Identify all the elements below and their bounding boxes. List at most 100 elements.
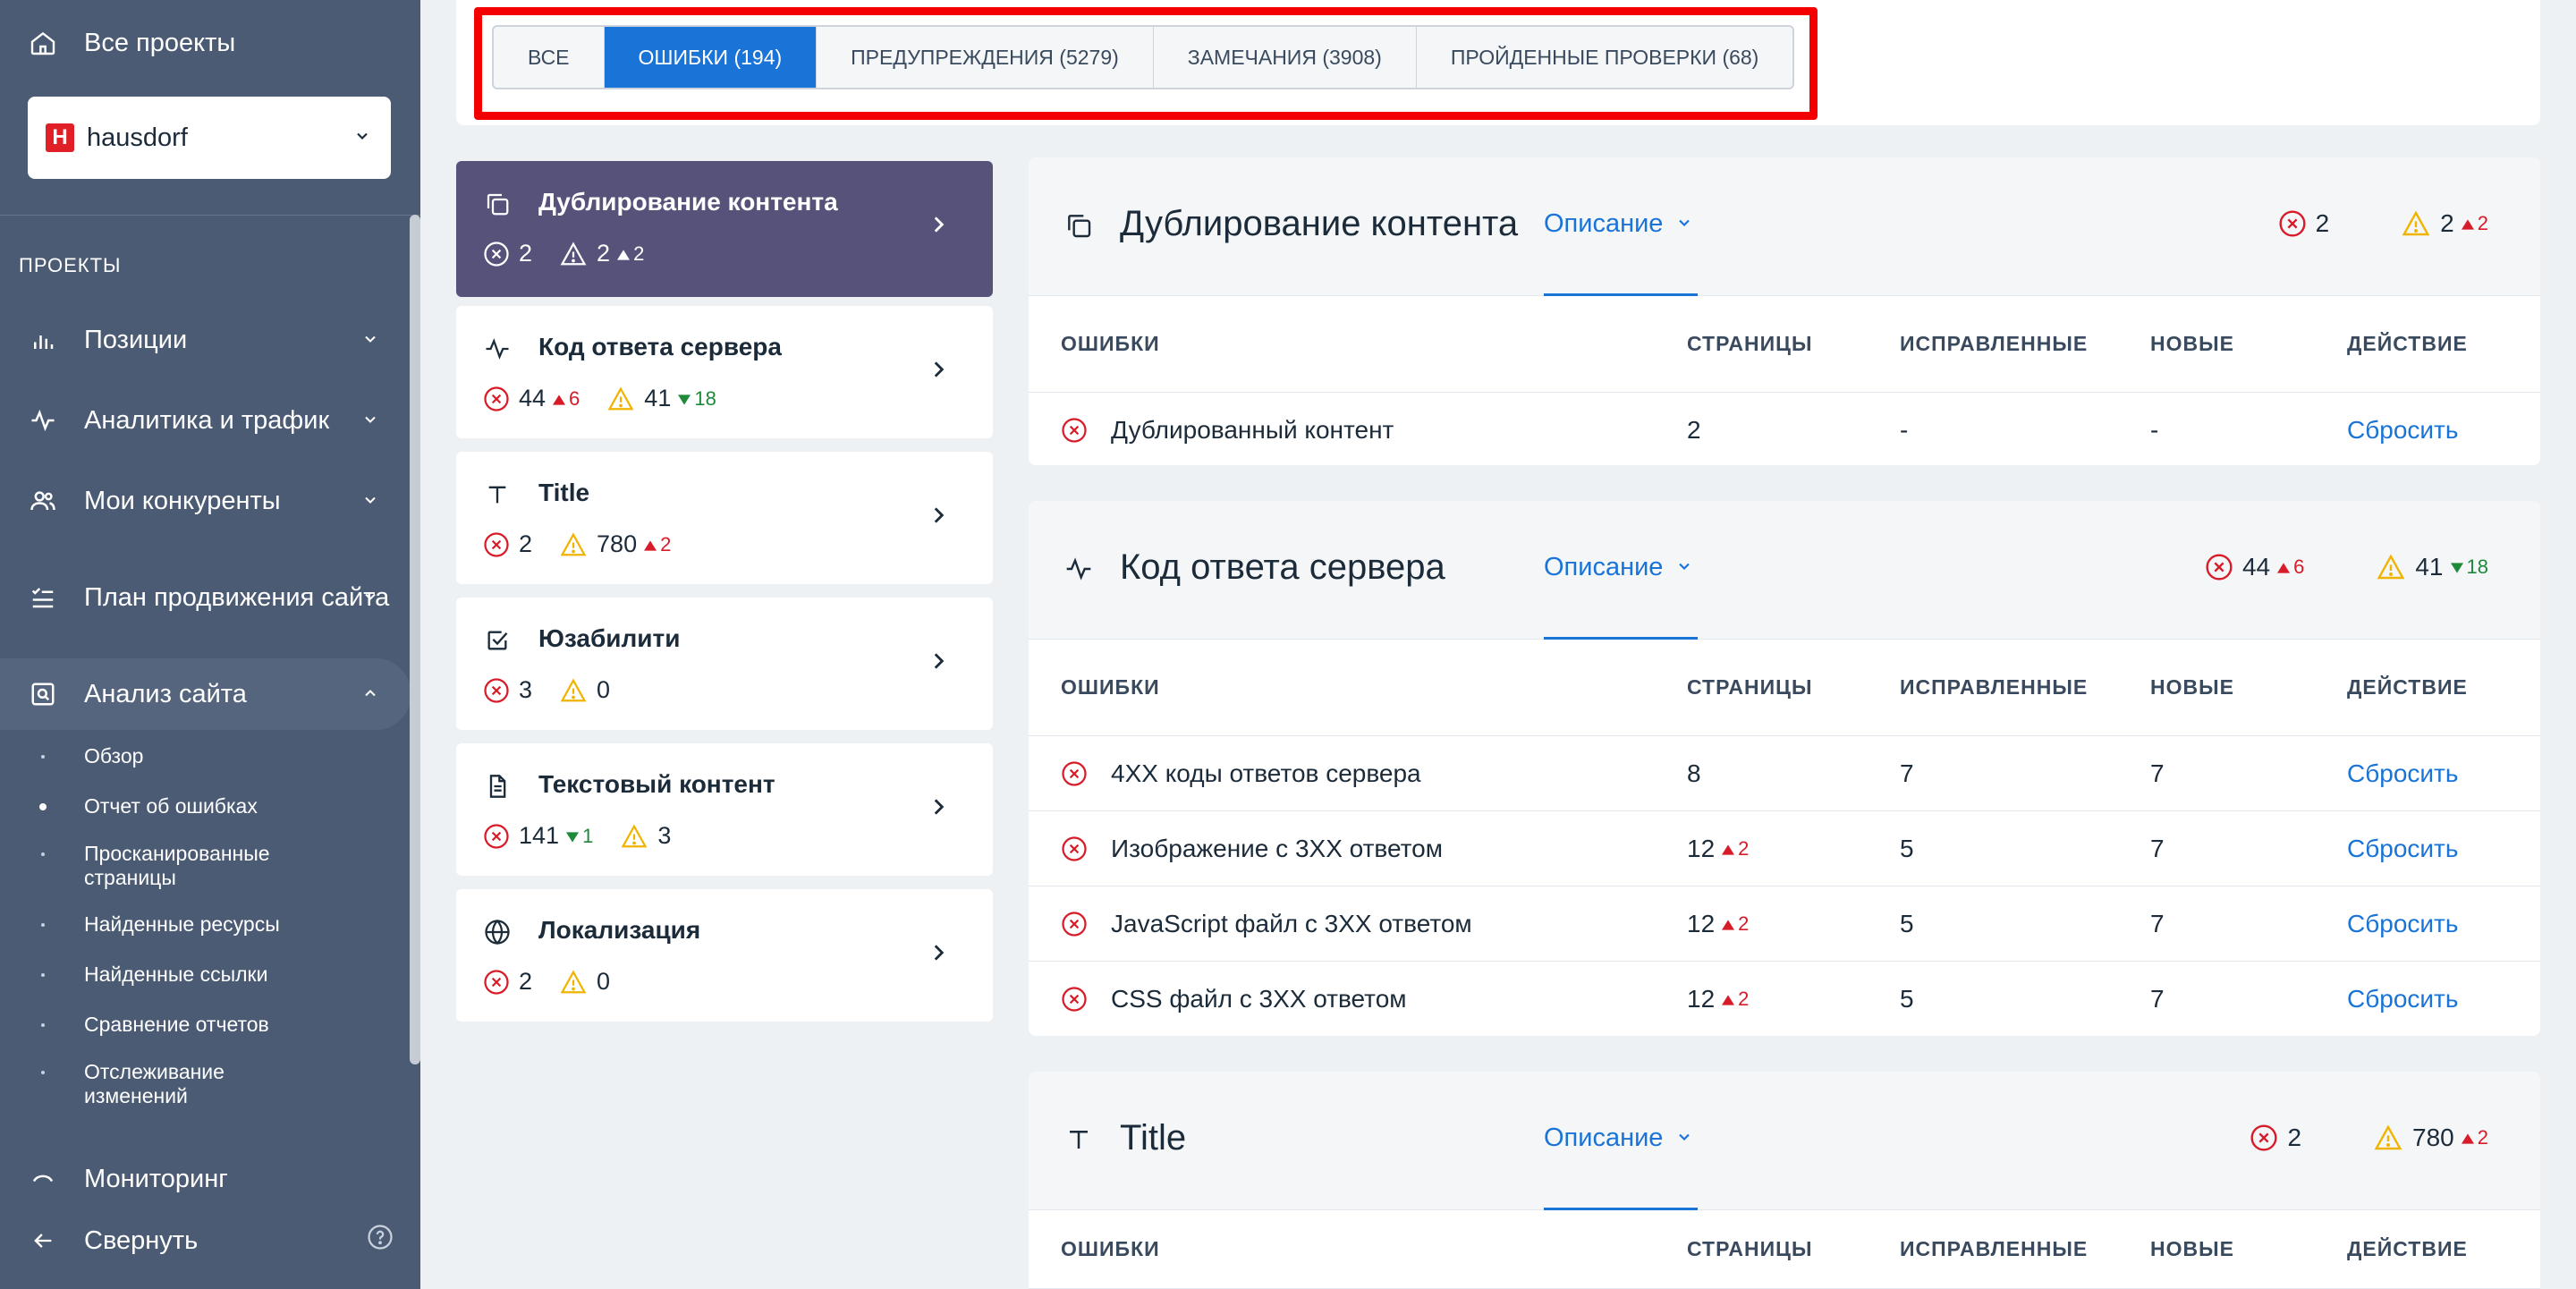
document-icon [483, 772, 512, 801]
reset-link[interactable]: Сбросить [2347, 759, 2458, 788]
col-new[interactable]: НОВЫЕ [2150, 1237, 2234, 1261]
warning-count-value: 0 [597, 676, 611, 703]
table-row[interactable]: CSS файл с 3XX ответом 12 2 5 7 Сбросить [1029, 962, 2540, 1036]
warning-count: 780 2 [559, 530, 671, 558]
col-pages[interactable]: СТРАНИЦЫ [1687, 1237, 1812, 1261]
delta-value: 2 [1738, 988, 1750, 1010]
subnav-error-report[interactable]: Отчет об ошибках [39, 794, 317, 818]
subnav-label: Отслеживание изменений [84, 1060, 225, 1107]
warning-count-value: 41 [644, 385, 672, 411]
delta-value: 2 [633, 242, 645, 265]
description-toggle[interactable]: Описание [1544, 209, 1693, 239]
error-count-value: 2 [519, 240, 533, 267]
all-projects-link[interactable]: Все проекты [0, 0, 420, 86]
arrow-up-icon [2461, 1126, 2474, 1149]
bullet [41, 1071, 45, 1074]
col-fixed[interactable]: ИСПРАВЛЕННЫЕ [1900, 675, 2088, 700]
error-icon [483, 969, 510, 996]
project-selector[interactable]: H hausdorf [28, 97, 391, 179]
panel-header: Дублирование контента Описание 2 22 [1029, 157, 2540, 296]
category-localization[interactable]: Локализация 2 0 [456, 889, 993, 1022]
category-usability[interactable]: Юзабилити 3 0 [456, 598, 993, 730]
category-text-content[interactable]: Текстовый контент 141 1 3 [456, 743, 993, 876]
tab-notices[interactable]: ЗАМЕЧАНИЯ (3908) [1154, 27, 1417, 88]
sidebar-scrollbar[interactable] [410, 215, 420, 1064]
error-count-value: 141 [519, 822, 560, 849]
table-row[interactable]: Дублированный контент 2 - - Сбросить [1029, 393, 2540, 465]
subnav-found-resources[interactable]: Найденные ресурсы [41, 912, 317, 937]
col-errors[interactable]: ОШИБКИ [1061, 1237, 1160, 1261]
description-toggle[interactable]: Описание [1544, 553, 1693, 582]
col-pages[interactable]: СТРАНИЦЫ [1687, 675, 1812, 700]
warning-delta: 2 [2461, 1126, 2488, 1149]
error-count-value: 3 [519, 676, 533, 703]
sidebar-item-positions[interactable]: Позиции [0, 322, 411, 358]
col-new[interactable]: НОВЫЕ [2150, 675, 2234, 700]
error-count: 2 [483, 968, 532, 996]
pulse-icon [1063, 553, 1095, 585]
subnav-change-tracking[interactable]: Отслеживание изменений [41, 1060, 317, 1108]
warning-icon [559, 241, 588, 267]
reset-link[interactable]: Сбросить [2347, 416, 2458, 445]
sidebar-item-competitors[interactable]: Мои конкуренты [0, 483, 411, 519]
new-count: - [2150, 416, 2159, 444]
sidebar-item-site-audit[interactable]: Анализ сайта [0, 658, 411, 730]
col-errors[interactable]: ОШИБКИ [1061, 332, 1160, 356]
sidebar: Все проекты H hausdorf ПРОЕКТЫ Позиции А… [0, 0, 420, 1289]
category-title: Юзабилити [538, 624, 681, 652]
col-errors[interactable]: ОШИБКИ [1061, 675, 1160, 700]
tab-warnings[interactable]: ПРЕДУПРЕЖДЕНИЯ (5279) [817, 27, 1154, 88]
table-row[interactable]: 4XX коды ответов сервера 8 7 7 Сбросить [1029, 736, 2540, 811]
reset-link[interactable]: Сбросить [2347, 985, 2458, 1013]
pages-count[interactable]: 12 2 [1687, 910, 1749, 938]
arrow-down-icon [2450, 555, 2463, 579]
category-title: Локализация [538, 916, 701, 944]
chevron-down-icon [361, 406, 379, 436]
arrow-down-icon [566, 825, 580, 848]
category-server-response[interactable]: Код ответа сервера 44 6 41 18 [456, 306, 993, 438]
col-action: ДЕЙСТВИЕ [2347, 675, 2468, 699]
sidebar-item-analytics[interactable]: Аналитика и трафик [0, 403, 411, 438]
error-count: 2 [483, 530, 532, 558]
col-new[interactable]: НОВЫЕ [2150, 332, 2234, 356]
tab-passed-checks[interactable]: ПРОЙДЕННЫЕ ПРОВЕРКИ (68) [1417, 27, 1793, 88]
description-toggle[interactable]: Описание [1544, 1124, 1693, 1153]
error-icon [483, 823, 510, 850]
error-count: 141 1 [483, 822, 593, 850]
pages-count[interactable]: 12 2 [1687, 985, 1749, 1013]
error-count-value: 44 [2241, 553, 2271, 581]
arrow-up-icon [1722, 837, 1735, 861]
table-row[interactable]: Изображение с 3XX ответом 12 2 5 7 Сброси… [1029, 811, 2540, 886]
category-title-tag[interactable]: Title 2 780 2 [456, 452, 993, 584]
pages-count[interactable]: 2 [1687, 416, 1701, 445]
col-fixed[interactable]: ИСПРАВЛЕННЫЕ [1900, 1237, 2088, 1261]
subnav-found-links[interactable]: Найденные ссылки [41, 963, 317, 987]
issue-name: CSS файл с 3XX ответом [1061, 985, 1407, 1013]
error-icon [2205, 553, 2233, 581]
help-icon[interactable] [367, 1224, 394, 1258]
sidebar-item-promotion-plan[interactable]: План продвижения сайта [0, 564, 411, 632]
col-fixed[interactable]: ИСПРАВЛЕННЫЕ [1900, 332, 2088, 356]
subnav-overview[interactable]: Обзор [41, 744, 317, 768]
subnav-crawled-pages[interactable]: Просканированные страницы [41, 842, 317, 890]
table-row[interactable]: JavaScript файл с 3XX ответом 12 2 5 7 Сб… [1029, 886, 2540, 962]
bullet [39, 803, 47, 810]
bar-chart-icon [27, 324, 59, 356]
tab-errors[interactable]: ОШИБКИ (194) [604, 27, 818, 88]
warning-count-value: 2 [2440, 209, 2454, 237]
fixed-count: 7 [1900, 759, 1914, 787]
subnav-report-comparison[interactable]: Сравнение отчетов [41, 1013, 317, 1037]
tab-all[interactable]: ВСЕ [494, 27, 605, 88]
issue-name: Дублированный контент [1061, 416, 1394, 445]
category-duplicate-content[interactable]: Дублирование контента 2 2 2 [456, 161, 993, 297]
pages-count[interactable]: 12 2 [1687, 835, 1749, 863]
error-delta: 1 [566, 825, 593, 848]
sidebar-item-monitoring[interactable]: Мониторинг [0, 1161, 411, 1197]
reset-link[interactable]: Сбросить [2347, 835, 2458, 863]
reset-link[interactable]: Сбросить [2347, 910, 2458, 938]
warning-count-value: 41 [2415, 553, 2444, 581]
collapse-sidebar-button[interactable]: Свернуть [0, 1209, 420, 1272]
pages-count[interactable]: 8 [1687, 759, 1701, 788]
col-pages[interactable]: СТРАНИЦЫ [1687, 332, 1812, 356]
warning-icon [606, 386, 635, 412]
